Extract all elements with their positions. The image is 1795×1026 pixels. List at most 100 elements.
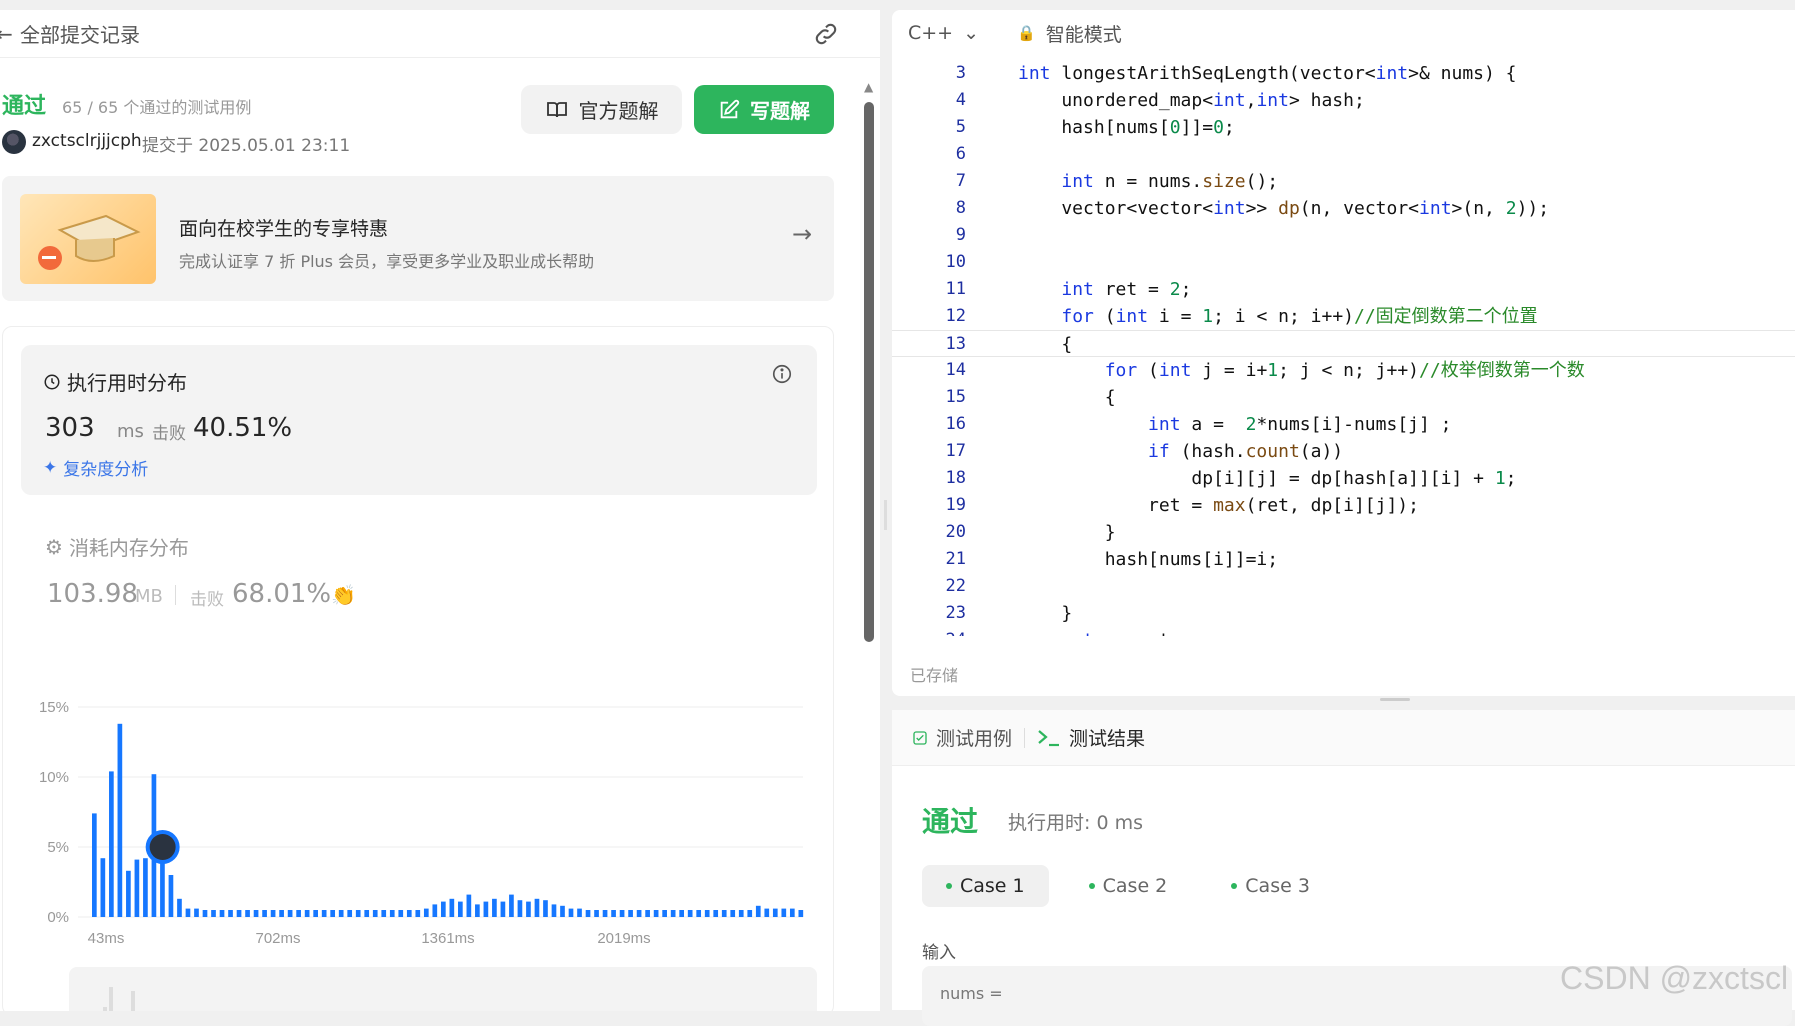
line-number: 23 [945,603,966,623]
info-icon[interactable] [771,363,793,385]
line-number: 8 [955,198,966,218]
code-line[interactable]: 14 for (int j = i+1; j < n; j++)//枚举倒数第一… [892,357,1795,384]
panel-title: 全部提交记录 [20,23,140,47]
username[interactable]: zxctsclrjjjcph [32,131,142,151]
chart-overview[interactable] [69,967,817,1011]
code-line[interactable]: 13 { [892,330,1795,357]
back-arrow-icon[interactable]: ← [0,22,13,46]
code-text: } [1018,603,1073,624]
line-number: 15 [945,387,966,407]
link-icon[interactable] [812,20,840,48]
runtime-beat-label: 击败 [152,424,186,444]
chart-bar [789,908,795,917]
code-line[interactable]: 4 unordered_map<int,int> hash; [892,87,1795,114]
code-text: int ret = 2; [1061,279,1192,300]
chart-bar [381,910,387,917]
student-promo-banner[interactable]: 面向在校学生的专享特惠 完成认证享 7 折 Plus 会员，享受更多学业及职业成… [2,176,834,301]
chart-bar [772,908,778,917]
code-line[interactable]: 3 int longestArithSeqLength(vector<int>& … [892,60,1795,87]
chart-bar [704,910,710,917]
line-number: 18 [945,468,966,488]
case-3-button[interactable]: Case 3 [1207,865,1334,907]
result-runtime: 执行用时: 0 ms [1008,812,1143,834]
chart-bar [355,910,361,917]
chart-bar [577,908,582,917]
chart-bar [475,904,480,917]
code-line[interactable]: 23 } [892,600,1795,627]
chevron-down-icon[interactable]: ⌄ [963,22,979,44]
code-line[interactable]: 15 { [892,384,1795,411]
chart-bar [602,910,608,917]
code-line[interactable]: 19 ret = max(ret, dp[i][j]); [892,492,1795,519]
arrow-right-icon[interactable]: → [792,220,812,248]
chart-bar [211,910,216,917]
result-status: 通过 [922,805,979,838]
tab-testcases-label: 测试用例 [936,728,1013,750]
chart-bar [372,910,378,917]
chart-bar [406,910,412,917]
code-line[interactable]: 16 int a = 2*nums[i]-nums[j] ; [892,411,1795,438]
code-line[interactable]: 6 [892,141,1795,168]
code-line[interactable]: 5 hash[nums[0]]=0; [892,114,1795,141]
code-line[interactable]: 18 dp[i][j] = dp[hash[a]][i] + 1; [892,465,1795,492]
panel-drag-handle[interactable] [1380,698,1410,701]
code-line[interactable]: 20 } [892,519,1795,546]
scroll-up-icon[interactable]: ▲ [864,80,873,94]
runtime-distribution[interactable]: 执行用时分布 303 ms 击败 40.51% ✦ 复杂度分析 [21,345,817,495]
tab-testcases[interactable]: 测试用例 [912,724,1012,751]
memory-title-row[interactable]: ⚙ 消耗内存分布 [45,532,189,561]
line-number: 7 [955,171,966,191]
chart-bar [313,910,318,917]
language-select[interactable]: C++ [908,22,953,44]
official-solution-button[interactable]: 官方题解 [521,85,682,134]
avatar[interactable] [2,130,26,154]
y-tick-label: 10% [39,769,69,786]
code-text: ret = max(ret, dp[i][j]); [1018,495,1419,516]
code-line[interactable]: 22 [892,573,1795,600]
save-status: 已存储 [910,666,959,685]
chart-bar [262,910,267,917]
chart-bar [517,900,523,917]
case-1-button[interactable]: Case 1 [922,865,1049,907]
promo-subtitle: 完成认证享 7 折 Plus 会员，享受更多学业及职业成长帮助 [179,252,595,271]
code-line[interactable]: 8 vector<vector<int>> dp(n, vector<int>(… [892,195,1795,222]
chart-bar [619,910,625,917]
code-line[interactable]: 17 if (hash.count(a)) [892,438,1795,465]
code-text: int a = 2*nums[i]-nums[j] ; [1148,414,1452,435]
write-solution-button[interactable]: 写题解 [694,85,834,134]
code-line[interactable]: 11 int ret = 2; [892,276,1795,303]
chart-bar [713,910,719,917]
code-text: { [1018,387,1116,408]
line-number: 12 [945,306,966,326]
memory-unit: MB [135,586,163,607]
chart-bar [781,908,787,917]
tab-results[interactable]: 测试结果 [1037,724,1145,751]
chart-bar [458,901,463,917]
runtime-histogram[interactable]: 15% 10% 5% 0% 43ms 702ms 1361ms 2019ms [3,687,835,947]
chart-bar [551,904,557,917]
chart-bar [432,904,438,917]
code-line[interactable]: 7 int n = nums.size(); [892,168,1795,195]
code-area[interactable]: 3 int longestArithSeqLength(vector<int>& … [892,60,1795,636]
code-line[interactable]: 21 hash[nums[i]]=i; [892,546,1795,573]
line-number: 5 [955,117,966,137]
chart-bar [687,910,693,917]
chart-bar [449,898,455,917]
x-tick-label: 2019ms [597,930,650,947]
status-badge: 通过 [2,94,47,119]
chart-bar [304,910,310,917]
code-editor[interactable]: C++ ⌄ 🔒 智能模式 3 int longestArithSeqLength(… [892,10,1795,696]
case-2-button[interactable]: Case 2 [1065,865,1192,907]
write-solution-label: 写题解 [750,99,810,123]
complexity-analysis-link[interactable]: ✦ 复杂度分析 [43,455,148,481]
code-line[interactable]: 10 [892,249,1795,276]
chart-bar [109,771,114,917]
editor-mode[interactable]: 智能模式 [1046,20,1122,47]
resize-handle[interactable] [884,500,887,530]
chart-bar [100,858,106,917]
code-line[interactable]: 24 return ret ; [892,627,1795,636]
scrollbar[interactable] [864,102,874,642]
code-line[interactable]: 12 for (int i = 1; i < n; i++)//固定倒数第二个位… [892,303,1795,330]
chart-bar [185,908,191,917]
code-line[interactable]: 9 [892,222,1795,249]
